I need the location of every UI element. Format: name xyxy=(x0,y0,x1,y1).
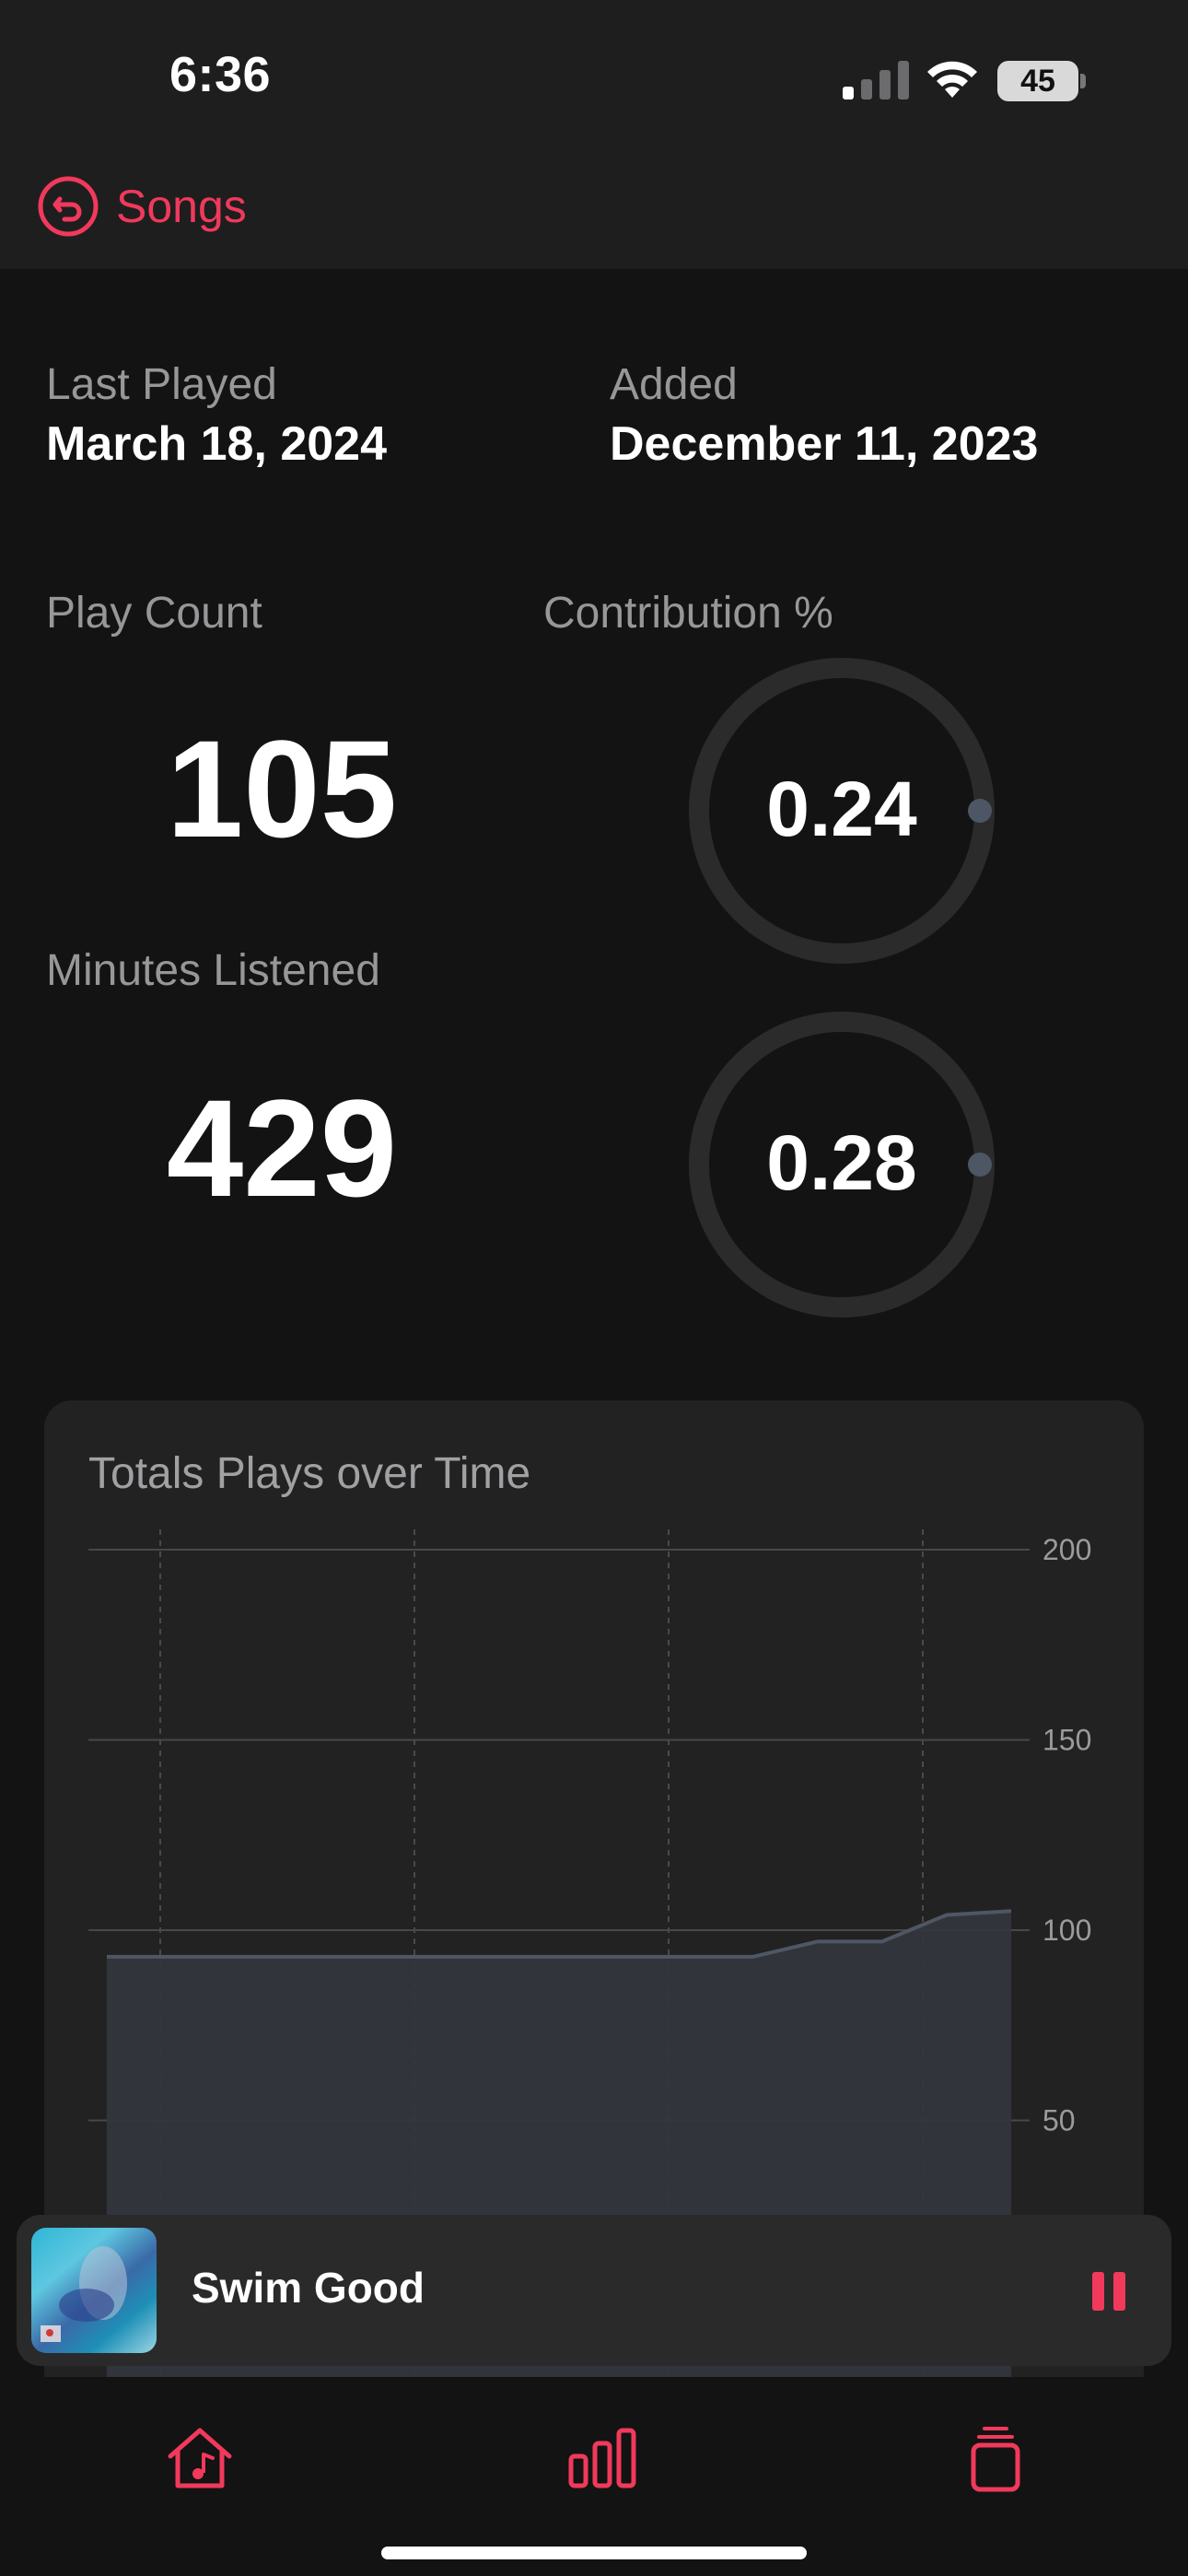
now-playing-title: Swim Good xyxy=(192,2264,425,2312)
minutes-listened-value: 429 xyxy=(166,1071,398,1225)
pause-icon xyxy=(1092,2272,1104,2311)
chart-y-tick-label: 150 xyxy=(1042,1724,1091,1757)
chart-y-tick-label: 100 xyxy=(1042,1914,1091,1947)
wifi-icon xyxy=(927,61,977,98)
stack-icon[interactable] xyxy=(959,2421,1032,2495)
tab-bar xyxy=(0,2377,1188,2576)
back-arrow-circle-icon xyxy=(38,176,99,237)
chart-y-axis-ticks: 200 150 100 50 xyxy=(1042,1533,1091,2137)
album-artwork xyxy=(31,2228,157,2353)
navigation-header: 6:36 45 Songs xyxy=(0,0,1188,269)
last-played-label: Last Played xyxy=(46,360,277,409)
chart-title: Totals Plays over Time xyxy=(88,1449,531,1498)
minutes-listened-label: Minutes Listened xyxy=(46,946,380,995)
play-count-value: 105 xyxy=(166,711,398,866)
play-contribution-value: 0.24 xyxy=(766,766,917,852)
home-music-icon[interactable] xyxy=(163,2421,237,2495)
battery-terminal xyxy=(1080,74,1086,88)
mini-player[interactable]: Swim Good xyxy=(17,2215,1171,2366)
last-played-value: March 18, 2024 xyxy=(46,417,388,471)
back-button[interactable]: Songs xyxy=(37,175,247,238)
back-button-label: Songs xyxy=(116,181,247,232)
home-indicator xyxy=(381,2547,807,2559)
minutes-contribution-value: 0.28 xyxy=(766,1119,917,1206)
chart-y-tick-label: 50 xyxy=(1042,2104,1076,2137)
chart-bars-icon[interactable] xyxy=(565,2421,639,2495)
contribution-label: Contribution % xyxy=(543,589,833,638)
added-label: Added xyxy=(610,360,738,409)
cellular-signal-icon xyxy=(843,61,909,100)
pause-button[interactable] xyxy=(1090,2270,1127,2313)
play-count-label: Play Count xyxy=(46,589,262,638)
status-time: 6:36 xyxy=(169,47,272,102)
battery-indicator: 45 xyxy=(997,61,1078,101)
chart-y-tick-label: 200 xyxy=(1042,1533,1091,1566)
album-artwork-image xyxy=(41,2246,127,2342)
added-value: December 11, 2023 xyxy=(610,417,1039,471)
